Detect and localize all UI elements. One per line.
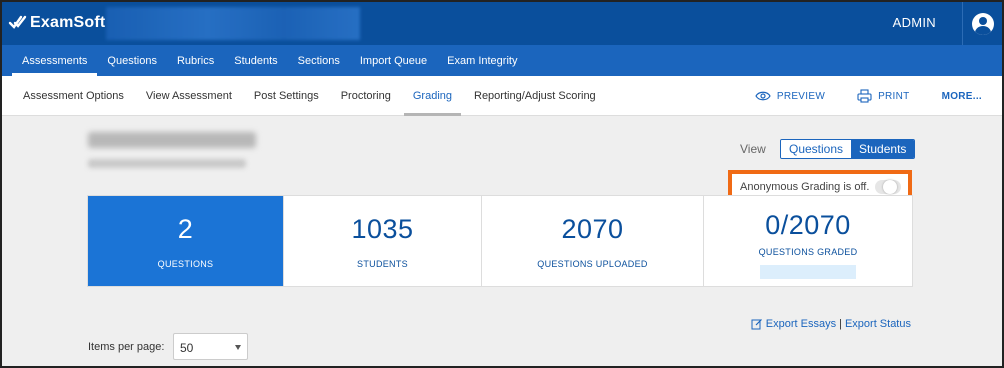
print-label: PRINT bbox=[878, 90, 910, 102]
avatar-button[interactable] bbox=[962, 2, 1002, 45]
stat-label: QUESTIONS bbox=[157, 258, 214, 269]
export-status-link[interactable]: Export Status bbox=[845, 318, 911, 330]
tab-import-queue[interactable]: Import Queue bbox=[350, 45, 437, 76]
items-per-page-select[interactable]: 50 bbox=[173, 333, 248, 360]
subtab-reporting[interactable]: Reporting/Adjust Scoring bbox=[463, 76, 607, 116]
tab-students[interactable]: Students bbox=[224, 45, 287, 76]
tab-questions[interactable]: Questions bbox=[97, 45, 167, 76]
anonymous-grading-text: Anonymous Grading is off. bbox=[740, 181, 870, 193]
view-questions-option[interactable]: Questions bbox=[781, 140, 852, 158]
preview-label: PREVIEW bbox=[776, 90, 826, 102]
assessment-subtitle-redacted bbox=[88, 159, 246, 168]
stat-label: STUDENTS bbox=[357, 258, 408, 269]
stat-value: 2070 bbox=[561, 213, 624, 244]
subtab-post-settings[interactable]: Post Settings bbox=[243, 76, 330, 116]
export-essays-link[interactable]: Export Essays bbox=[766, 318, 836, 330]
export-links: Export Essays | Export Status bbox=[751, 318, 911, 330]
items-per-page-label: Items per page: bbox=[88, 341, 165, 353]
eye-icon bbox=[755, 91, 771, 101]
stat-value: 2 bbox=[177, 213, 194, 244]
subtab-view-assessment[interactable]: View Assessment bbox=[135, 76, 243, 116]
stat-value: 1035 bbox=[351, 213, 414, 244]
top-bar: ExamSoft ADMIN bbox=[2, 2, 1002, 45]
user-menu-label[interactable]: ADMIN bbox=[893, 15, 936, 30]
export-edit-icon bbox=[751, 319, 762, 330]
stat-questions-uploaded[interactable]: 2070 QUESTIONS UPLOADED bbox=[482, 196, 704, 286]
user-avatar-icon bbox=[971, 12, 994, 35]
assessment-title-redacted bbox=[88, 132, 256, 148]
redacted-context bbox=[106, 7, 360, 40]
stat-students[interactable]: 1035 STUDENTS bbox=[284, 196, 482, 286]
tab-assessments[interactable]: Assessments bbox=[12, 45, 98, 76]
brand-name: ExamSoft bbox=[30, 14, 106, 31]
anonymous-grading-toggle[interactable] bbox=[875, 180, 902, 194]
stat-value: 0/2070 bbox=[765, 209, 851, 240]
grading-progress-bar bbox=[760, 264, 856, 279]
tab-rubrics[interactable]: Rubrics bbox=[167, 45, 224, 76]
view-segmented-control: Questions Students bbox=[780, 139, 916, 159]
preview-button[interactable]: PREVIEW bbox=[755, 91, 825, 102]
export-separator: | bbox=[839, 318, 842, 330]
stat-label: QUESTIONS GRADED bbox=[758, 246, 858, 257]
tab-exam-integrity[interactable]: Exam Integrity bbox=[437, 45, 527, 76]
tab-sections[interactable]: Sections bbox=[288, 45, 350, 76]
print-button[interactable]: PRINT bbox=[857, 89, 910, 103]
grading-stats: 2 QUESTIONS 1035 STUDENTS 2070 QUESTIONS… bbox=[87, 195, 913, 287]
subnav-actions: PREVIEW PRINT MORE... bbox=[723, 76, 982, 116]
subtab-proctoring[interactable]: Proctoring bbox=[330, 76, 402, 116]
items-per-page-value: 50 bbox=[180, 341, 194, 355]
stat-label: QUESTIONS UPLOADED bbox=[537, 258, 648, 269]
stat-questions[interactable]: 2 QUESTIONS bbox=[88, 196, 284, 286]
sub-nav: Assessment Options View Assessment Post … bbox=[2, 76, 1002, 116]
anonymous-grading-row: Anonymous Grading is off. bbox=[740, 180, 902, 194]
more-menu-button[interactable]: MORE... bbox=[942, 91, 982, 102]
app-window: ExamSoft ADMIN Assessments Questions Rub… bbox=[0, 0, 1004, 368]
view-students-option[interactable]: Students bbox=[851, 140, 915, 158]
printer-icon bbox=[857, 89, 872, 103]
view-label: View bbox=[740, 142, 766, 156]
subtab-grading[interactable]: Grading bbox=[402, 76, 463, 116]
examsoft-logo-icon bbox=[8, 15, 27, 29]
examsoft-logo[interactable]: ExamSoft bbox=[8, 12, 105, 34]
subtab-assessment-options[interactable]: Assessment Options bbox=[12, 76, 135, 116]
stat-questions-graded[interactable]: 0/2070 QUESTIONS GRADED bbox=[704, 196, 912, 286]
main-nav: Assessments Questions Rubrics Students S… bbox=[2, 45, 1002, 76]
chevron-down-icon bbox=[235, 345, 241, 350]
